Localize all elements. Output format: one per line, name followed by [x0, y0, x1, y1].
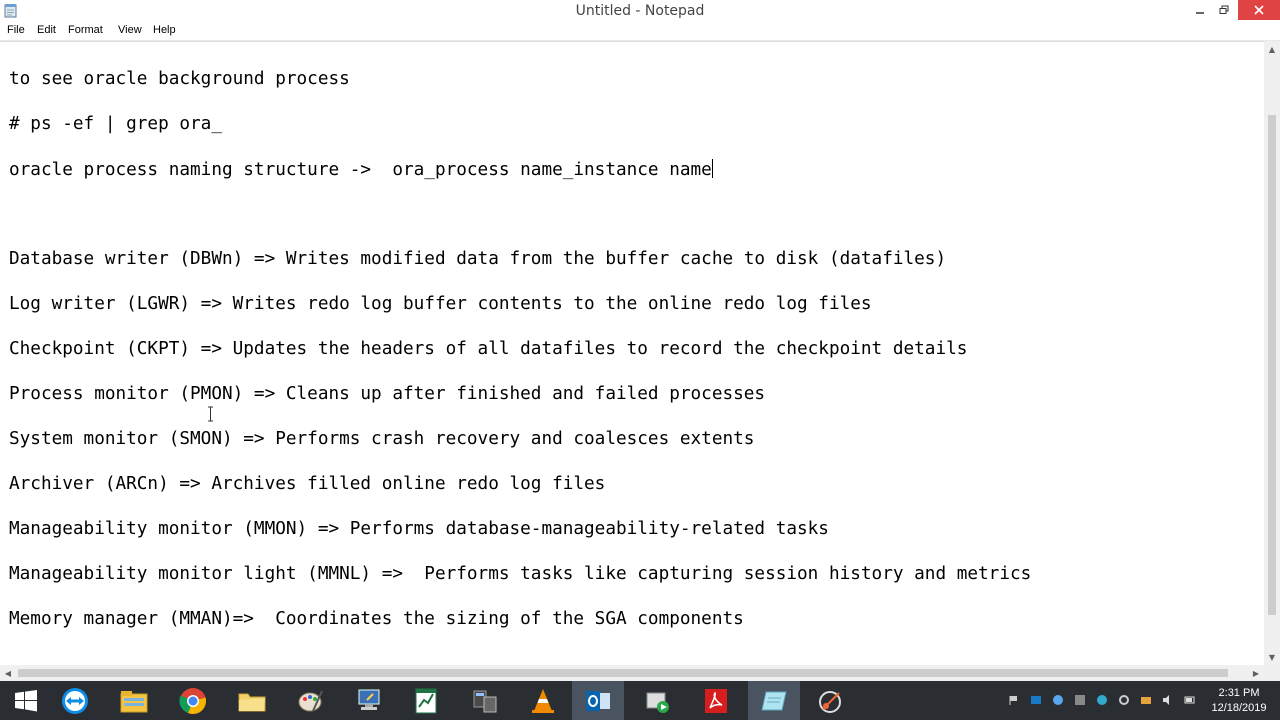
folder-icon — [238, 693, 266, 711]
teamviewer-icon — [62, 687, 88, 714]
paint-icon — [298, 690, 323, 711]
taskbar-app-outlook[interactable] — [572, 681, 624, 720]
taskbar-app-file-explorer[interactable] — [108, 681, 160, 720]
notepad-icon — [761, 691, 787, 710]
scroll-right-icon[interactable]: ▶ — [1248, 665, 1264, 681]
text-line: Database writer (DBWn) => Writes modifie… — [9, 249, 947, 269]
file-explorer-icon — [120, 690, 148, 712]
snipping-tool-icon — [819, 690, 841, 713]
vpn-tray-icon[interactable] — [1096, 694, 1108, 706]
text-line-cursor: oracle process naming structure -> ora_p… — [9, 159, 713, 180]
close-icon — [1254, 5, 1264, 15]
minimize-icon — [1196, 12, 1204, 14]
clock-date: 12/18/2019 — [1211, 702, 1267, 714]
text-line: System monitor (SMON) => Performs crash … — [9, 429, 755, 449]
scroll-left-icon[interactable]: ◀ — [0, 665, 16, 681]
teamviewer-tray-icon[interactable] — [1052, 694, 1064, 706]
taskbar-app-network-tool[interactable] — [459, 681, 511, 720]
taskbar-app-remote-desktop[interactable] — [343, 681, 395, 720]
windows-logo-icon — [15, 689, 37, 711]
scrollbar-corner — [1264, 665, 1280, 681]
chrome-icon — [179, 687, 206, 714]
clock-time: 2:31 PM — [1218, 687, 1260, 699]
network-tool-icon — [473, 690, 497, 712]
text-line: Log writer (LGWR) => Writes redo log buf… — [9, 294, 872, 314]
taskbar-app-media-center[interactable] — [631, 681, 683, 720]
scroll-down-icon[interactable]: ▼ — [1264, 649, 1280, 665]
horizontal-scroll-thumb[interactable] — [18, 669, 1228, 677]
text-line: # ps -ef | grep ora_ — [9, 114, 222, 134]
remote-desktop-icon — [358, 689, 380, 710]
window-title: Untitled - Notepad — [575, 3, 705, 19]
media-center-icon — [646, 692, 669, 713]
menu-bar: File Edit Format View Help — [0, 22, 1280, 41]
system-clock[interactable]: 2:31 PM 12/18/2019 — [1204, 686, 1274, 716]
settings-tray-icon[interactable] — [1118, 694, 1130, 706]
outlook-tray-icon[interactable] — [1030, 694, 1042, 706]
security-tray-icon[interactable] — [1140, 694, 1152, 706]
text-line: Checkpoint (CKPT) => Updates the headers… — [9, 339, 968, 359]
taskbar-app-chrome[interactable] — [167, 681, 219, 720]
text-line: Process monitor (PMON) => Cleans up afte… — [9, 384, 766, 404]
menu-help[interactable]: Help — [153, 24, 176, 36]
text-line: oracle process naming structure -> ora_p… — [9, 160, 712, 180]
title-bar[interactable]: Untitled - Notepad — [0, 0, 1280, 22]
battery-icon[interactable] — [1184, 694, 1196, 706]
taskbar-app-excel-chart[interactable] — [400, 681, 452, 720]
start-button[interactable] — [0, 681, 52, 720]
text-line: to see oracle background process — [9, 69, 350, 89]
excel-chart-icon — [415, 688, 437, 713]
text-editor[interactable]: to see oracle background process # ps -e… — [0, 41, 1264, 666]
text-line: Manageability monitor light (MMNL) => Pe… — [9, 564, 1032, 584]
acrobat-icon — [705, 688, 727, 713]
menu-format[interactable]: Format — [68, 24, 103, 36]
restore-button[interactable] — [1210, 0, 1238, 20]
text-line: Archiver (ARCn) => Archives filled onlin… — [9, 474, 606, 494]
vlc-icon — [532, 688, 554, 713]
text-line: Manageability monitor (MMON) => Performs… — [9, 519, 829, 539]
ibeam-cursor-icon — [208, 406, 213, 422]
text-caret — [711, 159, 713, 178]
taskbar-app-folder[interactable] — [226, 681, 278, 720]
scroll-up-icon[interactable]: ▲ — [1264, 41, 1280, 57]
taskbar-app-vlc[interactable] — [517, 681, 569, 720]
menu-edit[interactable]: Edit — [37, 24, 56, 36]
taskbar-app-acrobat[interactable] — [690, 681, 742, 720]
menu-view[interactable]: View — [118, 24, 142, 36]
text-line: Memory manager (MMAN)=> Coordinates the … — [9, 609, 744, 629]
vertical-scroll-thumb[interactable] — [1268, 115, 1276, 615]
restore-icon — [1219, 5, 1229, 14]
network-tray-icon[interactable] — [1074, 694, 1086, 706]
outlook-icon — [586, 690, 610, 711]
taskbar-app-paint[interactable] — [285, 681, 337, 720]
taskbar-app-teamviewer[interactable] — [49, 681, 101, 720]
taskbar-app-snipping-tool[interactable] — [805, 681, 857, 720]
taskbar-app-notepad[interactable] — [748, 681, 800, 720]
volume-icon[interactable] — [1162, 694, 1174, 706]
close-button[interactable] — [1238, 0, 1280, 20]
menu-file[interactable]: File — [7, 24, 25, 36]
flag-icon[interactable] — [1008, 694, 1020, 706]
